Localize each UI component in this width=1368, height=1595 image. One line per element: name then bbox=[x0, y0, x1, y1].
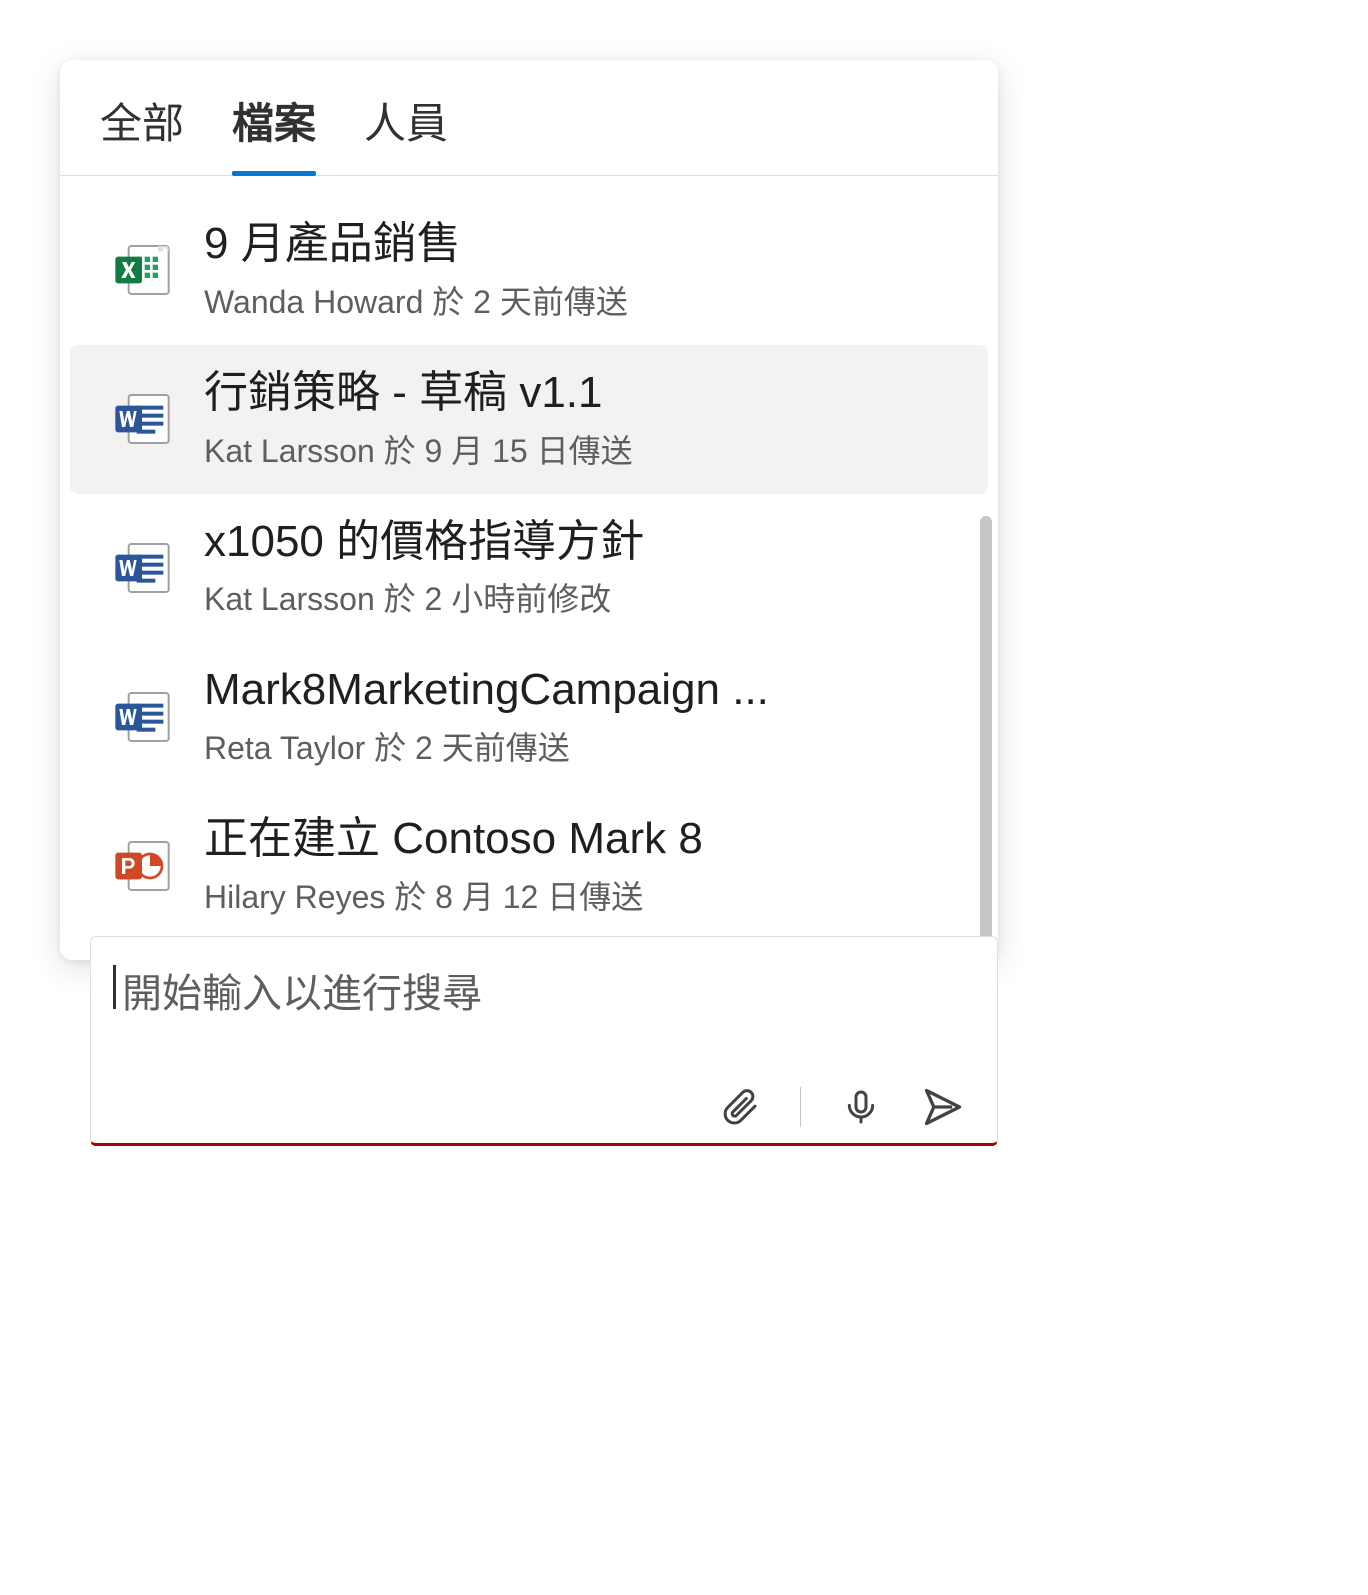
word-icon bbox=[110, 536, 174, 600]
divider bbox=[800, 1087, 801, 1127]
file-result-item[interactable]: 正在建立 Contoso Mark 8 Hilary Reyes 於 8 月 1… bbox=[70, 791, 988, 940]
file-title: x1050 的價格指導方針 bbox=[204, 516, 948, 569]
word-icon bbox=[110, 685, 174, 749]
tab-files[interactable]: 檔案 bbox=[232, 90, 316, 175]
file-title: 9 月產品銷售 bbox=[204, 218, 948, 271]
attach-icon[interactable] bbox=[720, 1087, 760, 1127]
powerpoint-icon bbox=[110, 834, 174, 898]
file-result-item[interactable]: Mark8MarketingCampaign ... Reta Taylor 於… bbox=[70, 642, 988, 791]
word-icon bbox=[110, 387, 174, 451]
tab-all[interactable]: 全部 bbox=[100, 90, 184, 175]
file-title: Mark8MarketingCampaign ... bbox=[204, 664, 948, 717]
file-subtitle: Wanda Howard 於 2 天前傳送 bbox=[204, 277, 948, 323]
tabs-bar: 全部 檔案 人員 bbox=[60, 60, 998, 176]
file-title: 正在建立 Contoso Mark 8 bbox=[204, 813, 948, 866]
file-subtitle: Kat Larsson 於 9 月 15 日傳送 bbox=[204, 426, 948, 472]
compose-placeholder: 開始輸入以進行搜尋 bbox=[122, 961, 482, 1019]
send-icon[interactable] bbox=[921, 1085, 965, 1129]
tab-people[interactable]: 人員 bbox=[364, 90, 448, 175]
compose-box[interactable]: 開始輸入以進行搜尋 bbox=[90, 936, 998, 1146]
file-subtitle: Hilary Reyes 於 8 月 12 日傳送 bbox=[204, 872, 948, 918]
file-result-item[interactable]: x1050 的價格指導方針 Kat Larsson 於 2 小時前修改 bbox=[70, 494, 988, 643]
excel-icon bbox=[110, 238, 174, 302]
compose-input-area[interactable]: 開始輸入以進行搜尋 bbox=[113, 961, 975, 1019]
file-results-list: 9 月產品銷售 Wanda Howard 於 2 天前傳送 行銷策略 - 草稿 … bbox=[60, 176, 998, 960]
file-result-item[interactable]: 行銷策略 - 草稿 v1.1 Kat Larsson 於 9 月 15 日傳送 bbox=[70, 345, 988, 494]
compose-actions bbox=[113, 1085, 975, 1129]
file-subtitle: Kat Larsson 於 2 小時前修改 bbox=[204, 574, 948, 620]
file-title: 行銷策略 - 草稿 v1.1 bbox=[204, 367, 948, 420]
mic-icon[interactable] bbox=[841, 1087, 881, 1127]
scrollbar-thumb[interactable] bbox=[980, 516, 992, 956]
file-result-item[interactable]: 9 月產品銷售 Wanda Howard 於 2 天前傳送 bbox=[70, 196, 988, 345]
text-cursor bbox=[113, 965, 116, 1009]
file-subtitle: Reta Taylor 於 2 天前傳送 bbox=[204, 723, 948, 769]
search-suggestions-popup: 全部 檔案 人員 9 月產品銷售 Wanda Howard 於 2 天前傳送 行… bbox=[60, 60, 998, 960]
